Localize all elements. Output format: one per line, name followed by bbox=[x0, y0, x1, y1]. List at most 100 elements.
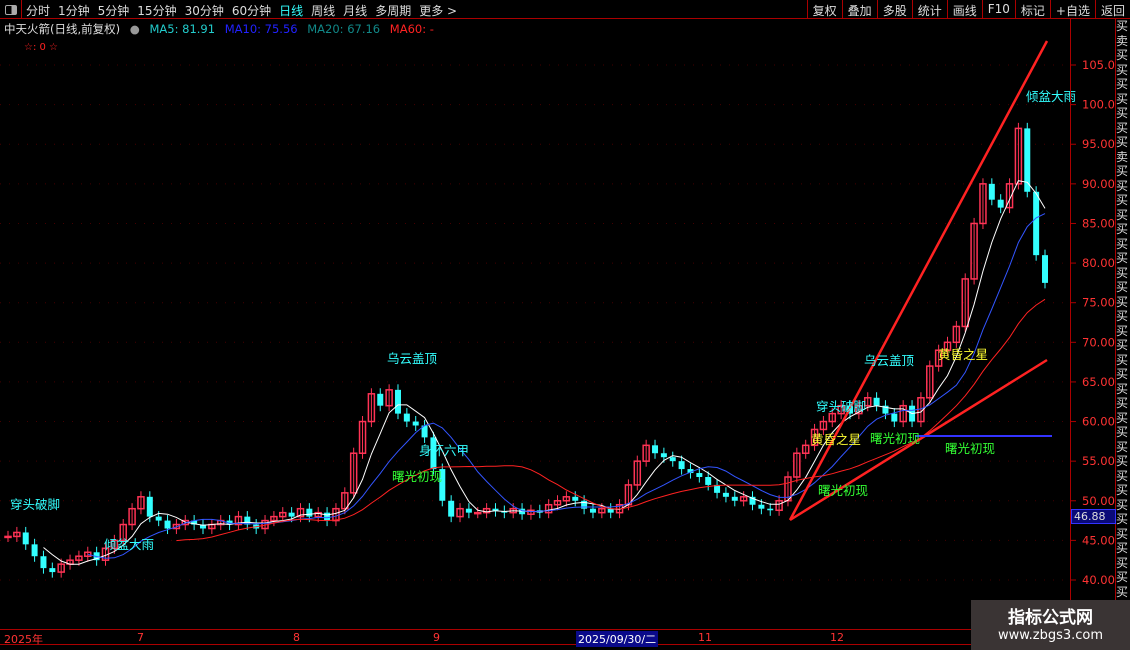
ma5-line bbox=[43, 180, 1046, 565]
price-label: 105.0 bbox=[1082, 58, 1115, 72]
period-8[interactable]: 月线 bbox=[339, 0, 371, 18]
candle-body bbox=[40, 556, 47, 569]
current-price-tag: 46.88 bbox=[1071, 509, 1116, 524]
candle-body bbox=[31, 544, 38, 557]
candle-body bbox=[288, 512, 295, 517]
candle-body bbox=[49, 568, 56, 573]
candle-body bbox=[660, 453, 667, 458]
period-4[interactable]: 30分钟 bbox=[181, 0, 228, 18]
candle-body bbox=[572, 496, 579, 501]
period-0[interactable]: 分时 bbox=[22, 0, 54, 18]
price-label: 70.00 bbox=[1082, 335, 1115, 349]
candle-body bbox=[412, 421, 419, 426]
candle-body bbox=[873, 397, 880, 406]
pattern-label: 曙光初现 bbox=[392, 469, 442, 484]
ma10-line bbox=[87, 213, 1046, 559]
candle-body bbox=[988, 183, 995, 200]
price-label: 100.0 bbox=[1082, 98, 1115, 112]
period-5[interactable]: 60分钟 bbox=[228, 0, 275, 18]
candle-body bbox=[669, 457, 676, 462]
candle-body bbox=[678, 461, 685, 470]
period-toolbar: 分时 1分钟 5分钟 15分钟 30分钟 60分钟 日线 周线 月线 多周期 更多 > 复权 叠加 多股… bbox=[0, 0, 1130, 19]
candle-body bbox=[4, 535, 12, 539]
side-panel[interactable]: 买卖买买买买买买买卖买买买买买买买买买买买买买买买买买买买买买买买买买买买买买买… bbox=[1115, 19, 1130, 629]
candle-body bbox=[474, 511, 482, 515]
candle-body bbox=[731, 496, 738, 501]
panel-icon bbox=[4, 4, 17, 15]
date-label: 8 bbox=[293, 631, 300, 644]
candle-body bbox=[377, 393, 384, 406]
candle-body bbox=[1042, 255, 1048, 283]
candle-body bbox=[652, 445, 659, 454]
pattern-label: 黄昏之星 bbox=[811, 432, 861, 447]
pattern-label: 倾盆大雨 bbox=[104, 537, 154, 552]
toolbar-button-6[interactable]: 标记 bbox=[1014, 0, 1050, 19]
candle-body bbox=[705, 477, 712, 485]
trend-line bbox=[788, 40, 1049, 521]
candle-body bbox=[1033, 191, 1040, 256]
price-label: 90.00 bbox=[1082, 177, 1115, 191]
candle-body bbox=[589, 508, 596, 513]
period-6[interactable]: 日线 bbox=[275, 0, 307, 18]
candle-body bbox=[155, 516, 162, 521]
pattern-label: 身怀六甲 bbox=[419, 443, 469, 458]
candle-body bbox=[891, 413, 898, 422]
candle-body bbox=[767, 508, 774, 511]
watermark: 指标公式网 www.zbgs3.com bbox=[971, 600, 1130, 650]
period-9[interactable]: 多周期 bbox=[371, 0, 415, 18]
price-label: 75.00 bbox=[1082, 296, 1115, 310]
pattern-label: 乌云盖顶 bbox=[864, 353, 915, 368]
price-label: 85.00 bbox=[1082, 216, 1115, 230]
period-10[interactable]: 更多 > bbox=[415, 0, 461, 18]
toolbar-button-4[interactable]: 画线 bbox=[946, 0, 982, 19]
price-label: 65.00 bbox=[1082, 375, 1115, 389]
toolbar-button-5[interactable]: F10 bbox=[981, 0, 1015, 19]
period-3[interactable]: 15分钟 bbox=[133, 0, 180, 18]
price-label: 55.00 bbox=[1082, 454, 1115, 468]
date-label: 2025年 bbox=[4, 633, 43, 646]
watermark-title: 指标公式网 bbox=[1008, 608, 1093, 628]
pattern-label: 黄昏之星 bbox=[938, 347, 988, 362]
candlestick-chart[interactable]: 105.0 100.0 95.00 90.00 85.00 80.00 75.00 70.00… bbox=[0, 19, 1115, 629]
candle-body bbox=[394, 389, 401, 414]
price-axis-line bbox=[1070, 19, 1071, 629]
price-label: 60.00 bbox=[1082, 415, 1115, 429]
pattern-label: 曙光初现 bbox=[818, 483, 868, 498]
toolbar-button-0[interactable]: 复权 bbox=[806, 0, 842, 19]
candle-body bbox=[164, 520, 171, 529]
candle-body bbox=[696, 473, 703, 478]
pattern-label: 曙光初现 bbox=[870, 431, 920, 446]
toolbar-button-2[interactable]: 多股 bbox=[876, 0, 912, 19]
date-label: 11 bbox=[698, 631, 712, 644]
pattern-label: 曙光初现 bbox=[945, 441, 995, 456]
date-label: 7 bbox=[137, 631, 144, 644]
price-label: 50.00 bbox=[1082, 494, 1115, 508]
price-label: 45.00 bbox=[1082, 533, 1115, 547]
date-label: 2025/09/30/二 bbox=[576, 631, 659, 647]
candle-body bbox=[448, 500, 455, 517]
date-label: 9 bbox=[433, 631, 440, 644]
pattern-label: 乌云盖顶 bbox=[387, 351, 438, 366]
candle-body bbox=[146, 496, 153, 517]
price-label: 80.00 bbox=[1082, 256, 1115, 270]
candle-body bbox=[758, 504, 765, 509]
pattern-label: 穿头破脚 bbox=[816, 399, 866, 414]
date-axis: 2025年 7 8 9 2025/09/30/二 11 12 bbox=[0, 629, 1130, 647]
date-label: 12 bbox=[830, 631, 844, 644]
price-label: 40.00 bbox=[1082, 573, 1115, 587]
watermark-url: www.zbgs3.com bbox=[997, 628, 1104, 643]
candle-body bbox=[324, 512, 331, 521]
candle-body bbox=[465, 508, 472, 513]
toolbar-button-7[interactable]: +自选 bbox=[1049, 0, 1095, 19]
pattern-label: 倾盆大雨 bbox=[1026, 89, 1076, 104]
layout-toggle-button[interactable] bbox=[0, 0, 22, 19]
toolbar-button-3[interactable]: 统计 bbox=[911, 0, 947, 19]
period-2[interactable]: 5分钟 bbox=[94, 0, 134, 18]
toolbar-button-1[interactable]: 叠加 bbox=[841, 0, 877, 19]
period-1[interactable]: 1分钟 bbox=[54, 0, 94, 18]
toolbar-button-8[interactable]: 返回 bbox=[1094, 0, 1130, 19]
pattern-label: 穿头破脚 bbox=[10, 497, 60, 512]
period-7[interactable]: 周线 bbox=[307, 0, 339, 18]
candle-body bbox=[403, 413, 410, 422]
candle-body bbox=[997, 199, 1004, 208]
